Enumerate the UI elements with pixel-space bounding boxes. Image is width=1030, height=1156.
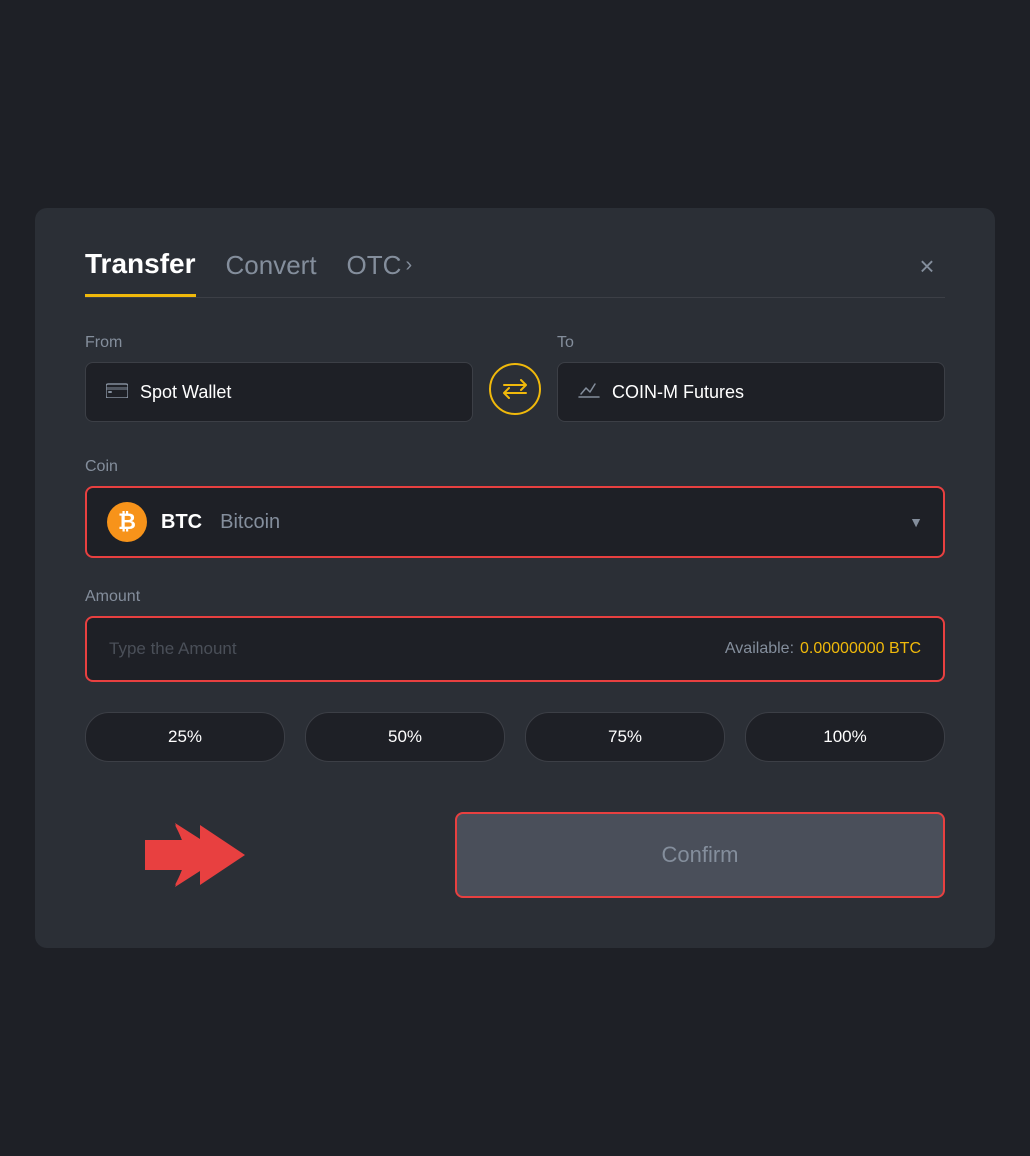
pct-75-button[interactable]: 75% [525,712,725,762]
coin-selector[interactable]: ₿ BTC Bitcoin ▼ [85,486,945,558]
chevron-right-icon: › [405,254,412,277]
btc-icon: ₿ [107,502,147,542]
amount-input-box[interactable]: Type the Amount Available: 0.00000000 BT… [85,616,945,682]
tab-convert[interactable]: Convert [226,250,317,295]
close-button[interactable]: × [909,248,945,284]
futures-icon [578,380,600,404]
to-label: To [557,334,945,352]
amount-label: Amount [85,588,945,606]
transfer-modal: Transfer Convert OTC › × From Spot Walle… [35,208,995,948]
from-wallet-label: Spot Wallet [140,382,231,403]
from-group: From Spot Wallet [85,334,473,422]
red-arrow-icon [145,810,265,900]
arrow-indicator [145,810,265,900]
coin-section: Coin ₿ BTC Bitcoin ▼ [85,458,945,558]
from-label: From [85,334,473,352]
amount-placeholder: Type the Amount [109,639,237,659]
coin-label: Coin [85,458,945,476]
header-divider [85,297,945,298]
coin-ticker: BTC [161,511,202,534]
coin-full-name: Bitcoin [220,511,280,534]
available-balance: Available: 0.00000000 BTC [725,640,921,658]
dropdown-arrow-icon: ▼ [909,514,923,530]
percentage-row: 25% 50% 75% 100% [85,712,945,762]
swap-button[interactable] [489,363,541,415]
amount-section: Amount Type the Amount Available: 0.0000… [85,588,945,682]
available-value: 0.00000000 BTC [800,640,921,658]
pct-50-button[interactable]: 50% [305,712,505,762]
pct-25-button[interactable]: 25% [85,712,285,762]
confirm-button[interactable]: Confirm [455,812,945,898]
to-wallet-label: COIN-M Futures [612,382,744,403]
tab-otc[interactable]: OTC › [347,250,413,295]
tab-transfer[interactable]: Transfer [85,248,196,297]
to-group: To COIN-M Futures [557,334,945,422]
bottom-row: Confirm [85,812,945,898]
available-label: Available: [725,640,794,658]
pct-100-button[interactable]: 100% [745,712,945,762]
from-to-section: From Spot Wallet To [85,334,945,422]
to-wallet-selector[interactable]: COIN-M Futures [557,362,945,422]
wallet-icon [106,381,128,404]
from-wallet-selector[interactable]: Spot Wallet [85,362,473,422]
modal-header: Transfer Convert OTC › × [85,248,945,297]
